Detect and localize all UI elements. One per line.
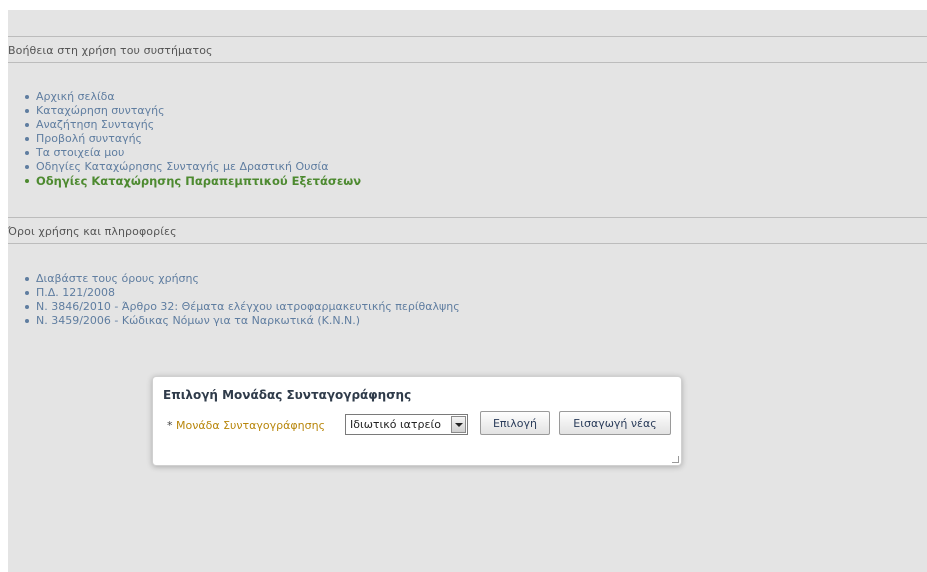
terms-section-title: Όροι χρήσης και πληροφορίες (8, 225, 177, 238)
link-register-prescription[interactable]: Καταχώρηση συνταγής (24, 104, 361, 118)
link-home[interactable]: Αρχική σελίδα (24, 90, 361, 104)
link-referral-instructions[interactable]: Οδηγίες Καταχώρησης Παραπεμπτικού Εξετάσ… (24, 174, 361, 188)
divider (8, 36, 927, 37)
dialog-title: Επιλογή Μονάδας Συνταγογράφησης (163, 388, 412, 402)
divider (8, 243, 927, 244)
unit-select[interactable]: Ιδιωτικό ιατρείο (345, 414, 468, 435)
chevron-down-icon[interactable] (451, 416, 466, 433)
link-view-prescription[interactable]: Προβολή συνταγής (24, 132, 361, 146)
resize-grip-icon[interactable] (672, 456, 679, 463)
link-active-substance-instructions[interactable]: Οδηγίες Καταχώρησης Συνταγής με Δραστική… (24, 160, 361, 174)
help-links-list: Αρχική σελίδα Καταχώρηση συνταγής Αναζήτ… (8, 90, 361, 188)
link-my-details[interactable]: Τα στοιχεία μου (24, 146, 361, 160)
terms-links-list: Διαβάστε τους όρους χρήσης Π.Δ. 121/2008… (8, 272, 460, 330)
unit-select-value: Ιδιωτικό ιατρείο (350, 418, 441, 431)
link-pd-121-2008[interactable]: Π.Δ. 121/2008 (25, 286, 460, 300)
help-section-title: Βοήθεια στη χρήση του συστήματος (8, 44, 213, 57)
prescription-unit-dialog: Επιλογή Μονάδας Συνταγογράφησης * Μονάδα… (152, 376, 682, 466)
select-button[interactable]: Επιλογή (480, 411, 550, 435)
app-background: Βοήθεια στη χρήση του συστήματος Αρχική … (8, 10, 927, 572)
link-search-prescription[interactable]: Αναζήτηση Συνταγής (24, 118, 361, 132)
link-law-3459-2006[interactable]: Ν. 3459/2006 - Κώδικας Νόμων για τα Ναρκ… (25, 314, 460, 328)
link-law-3846-2010[interactable]: Ν. 3846/2010 - Άρθρο 32: Θέματα ελέγχου … (25, 300, 460, 314)
link-terms-of-use[interactable]: Διαβάστε τους όρους χρήσης (25, 272, 460, 286)
divider (8, 62, 927, 63)
add-new-button[interactable]: Εισαγωγή νέας (559, 411, 671, 435)
required-marker: * (167, 419, 173, 432)
divider (8, 217, 927, 218)
unit-field-label: Μονάδα Συνταγογράφησης (176, 419, 326, 432)
